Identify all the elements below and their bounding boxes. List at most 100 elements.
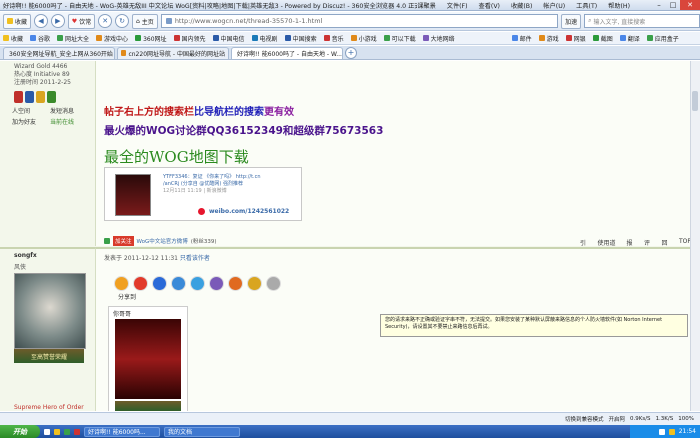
fav-item[interactable]: 翻译 bbox=[619, 34, 640, 43]
menu-item[interactable]: 课聚景 bbox=[417, 1, 436, 10]
window-controls: – □ ✕ bbox=[652, 0, 700, 10]
new-tab-button[interactable]: + bbox=[345, 46, 357, 59]
weibo-official-link[interactable]: WoG中文站官方微博 bbox=[137, 237, 188, 245]
tab[interactable]: 360安全网址导航_安全上网从360开始 bbox=[3, 46, 115, 59]
signature-line-1: 帖子右上方的搜索栏比导航栏的搜索更有效 bbox=[104, 107, 294, 118]
search-placeholder: 输入文字, 直接搜索 bbox=[593, 18, 646, 26]
fav-item[interactable]: 国内领先 bbox=[173, 34, 206, 43]
only-author-link[interactable]: 只看该作者 bbox=[180, 255, 210, 262]
fav-item[interactable]: 谷歌 bbox=[30, 34, 50, 43]
fav-item[interactable]: 360网址 bbox=[135, 34, 167, 43]
maximize-button[interactable]: □ bbox=[666, 0, 680, 10]
quicklaunch-icon[interactable] bbox=[74, 428, 80, 435]
post1-author-column: Wizard Gold 4466 热心度 Initiative 89 注册时间 … bbox=[0, 61, 96, 246]
status-bar: 切换到兼容模式 开启阿 0.9Ks/S 1.3K/S 100% bbox=[0, 412, 700, 425]
compat-mode-toggle[interactable]: 切换到兼容模式 bbox=[565, 415, 604, 423]
mail-icon bbox=[511, 35, 518, 41]
fav-item[interactable]: 大地网络 bbox=[422, 34, 455, 43]
share-icon[interactable] bbox=[114, 276, 129, 291]
menu-item[interactable]: 工具(T) bbox=[576, 1, 597, 10]
medal-row bbox=[14, 91, 95, 103]
taskbar-task[interactable]: 好诗啊!! 能6000吗... bbox=[84, 426, 160, 437]
menu-item[interactable]: 文件(F) bbox=[447, 1, 468, 10]
tab[interactable]: cn220网址导航 - 中国最好的网址站 bbox=[117, 46, 229, 59]
space-link[interactable]: 人空间 bbox=[12, 106, 50, 115]
vertical-scrollbar[interactable] bbox=[690, 61, 700, 411]
forward-button[interactable]: ▶ bbox=[50, 14, 65, 28]
fav-item[interactable]: 音乐 bbox=[323, 34, 344, 43]
weibo-icon[interactable] bbox=[133, 276, 148, 291]
fav-item[interactable]: 网址大全 bbox=[57, 34, 89, 43]
fav-item[interactable]: 截图 bbox=[592, 34, 613, 43]
renren-icon[interactable] bbox=[152, 276, 167, 291]
plus-icon bbox=[104, 238, 110, 244]
medal-icon bbox=[36, 91, 45, 103]
back-button[interactable]: ◀ bbox=[34, 14, 48, 28]
fav-item[interactable]: 游戏中心 bbox=[96, 34, 128, 43]
douban-icon[interactable] bbox=[209, 276, 224, 291]
fav-item[interactable]: 小游戏 bbox=[350, 34, 377, 43]
heart-button[interactable]: ♥ 饮常 bbox=[67, 13, 96, 29]
author-name[interactable]: songfx bbox=[14, 252, 37, 259]
fav-item[interactable]: 电视剧 bbox=[251, 34, 278, 43]
fav-item[interactable]: 邮件 bbox=[511, 34, 532, 43]
signature-line-3[interactable]: 最全的WOG地图下载 bbox=[104, 146, 249, 167]
refresh-button[interactable]: ↻ bbox=[115, 14, 129, 28]
fav-item[interactable]: 中国电信 bbox=[212, 34, 245, 43]
fav-item[interactable]: 中国搜索 bbox=[284, 34, 317, 43]
quicklaunch-icon[interactable] bbox=[64, 428, 70, 435]
message-link[interactable]: 发短消息 bbox=[50, 106, 90, 115]
tray-icon[interactable] bbox=[658, 428, 665, 435]
stop-button[interactable]: ✕ bbox=[98, 14, 113, 28]
quicklaunch-icon[interactable] bbox=[54, 428, 60, 435]
home-button[interactable]: ⌂ 主页 bbox=[131, 13, 158, 29]
menu-item[interactable]: 查看(V) bbox=[479, 1, 500, 10]
avatar[interactable] bbox=[14, 273, 86, 349]
weibo-icon bbox=[198, 208, 205, 215]
search-input[interactable]: ⌕ 输入文字, 直接搜索 bbox=[584, 14, 700, 28]
kaixin-icon[interactable] bbox=[190, 276, 205, 291]
fav-item[interactable]: 游戏 bbox=[538, 34, 559, 43]
minimize-button[interactable]: – bbox=[652, 0, 666, 10]
weibo-card[interactable]: YTFF3346：复证 《你来了吗》 http://t.cn /anCRj (分… bbox=[104, 167, 302, 221]
fav-item[interactable]: 收藏 bbox=[3, 34, 23, 43]
medal-icon bbox=[25, 91, 34, 103]
follow-button[interactable]: 加关注 bbox=[113, 236, 134, 246]
clock: 21:54 bbox=[678, 428, 696, 435]
tray-icon[interactable] bbox=[668, 428, 675, 435]
music-icon bbox=[323, 35, 330, 41]
qzone-icon[interactable] bbox=[171, 276, 186, 291]
scrollbar-thumb[interactable] bbox=[692, 91, 698, 111]
quicklaunch-icon[interactable] bbox=[44, 428, 50, 435]
home-icon: ⌂ bbox=[135, 17, 140, 25]
accelerate-button[interactable]: 加速 bbox=[561, 13, 582, 29]
favorites-button[interactable]: 收藏 bbox=[3, 13, 32, 29]
menu-bar: 课聚景 文件(F) 查看(V) 收藏(B) 帐户(U) 工具(T) 帮助(H) bbox=[417, 1, 630, 10]
fav-item[interactable]: 可以下载 bbox=[383, 34, 416, 43]
image-caption: 你哥哥 bbox=[113, 311, 132, 318]
taskbar-task[interactable]: 我的文档 bbox=[164, 426, 240, 437]
scissors-icon bbox=[592, 35, 599, 41]
more-icon[interactable] bbox=[266, 276, 281, 291]
weibo-link[interactable]: weibo.com/1242561022 bbox=[209, 208, 289, 215]
address-bar[interactable]: http://www.wogcn.net/thread-35570-1-1.ht… bbox=[160, 14, 559, 28]
weibo-thumbnail bbox=[115, 174, 151, 216]
menu-item[interactable]: 帮助(H) bbox=[608, 1, 630, 10]
title-bar: 好诗啊!! 能6000吗了 - 自由天地 - WoG-英雄无敌III 中文论坛 … bbox=[0, 0, 700, 11]
close-button[interactable]: ✕ bbox=[680, 0, 700, 10]
menu-item[interactable]: 帐户(U) bbox=[543, 1, 565, 10]
start-button[interactable]: 开始 bbox=[0, 425, 40, 438]
zoom-level[interactable]: 100% bbox=[678, 416, 694, 422]
weibo-text: YTFF3346：复证 《你来了吗》 http://t.cn /anCRj (分… bbox=[163, 174, 261, 194]
baidu-icon[interactable] bbox=[247, 276, 262, 291]
tab-active[interactable]: 好诗啊!! 能6000吗了 - 自由天地 - W... bbox=[231, 46, 343, 59]
add-friend-link[interactable]: 加为好友 bbox=[12, 117, 50, 126]
tencent-icon[interactable] bbox=[228, 276, 243, 291]
url-text: http://www.wogcn.net/thread-35570-1-1.ht… bbox=[174, 17, 323, 25]
fav-item[interactable]: 应用盒子 bbox=[646, 34, 679, 43]
fav-item[interactable]: 网银 bbox=[565, 34, 586, 43]
status-item[interactable]: 开启阿 bbox=[608, 415, 625, 423]
navigation-bar: 收藏 ◀ ▶ ♥ 饮常 ✕ ↻ ⌂ 主页 http://www.wogcn.net/… bbox=[0, 12, 700, 31]
menu-item[interactable]: 收藏(B) bbox=[511, 1, 532, 10]
attached-image[interactable]: 你哥哥 bbox=[108, 306, 188, 411]
